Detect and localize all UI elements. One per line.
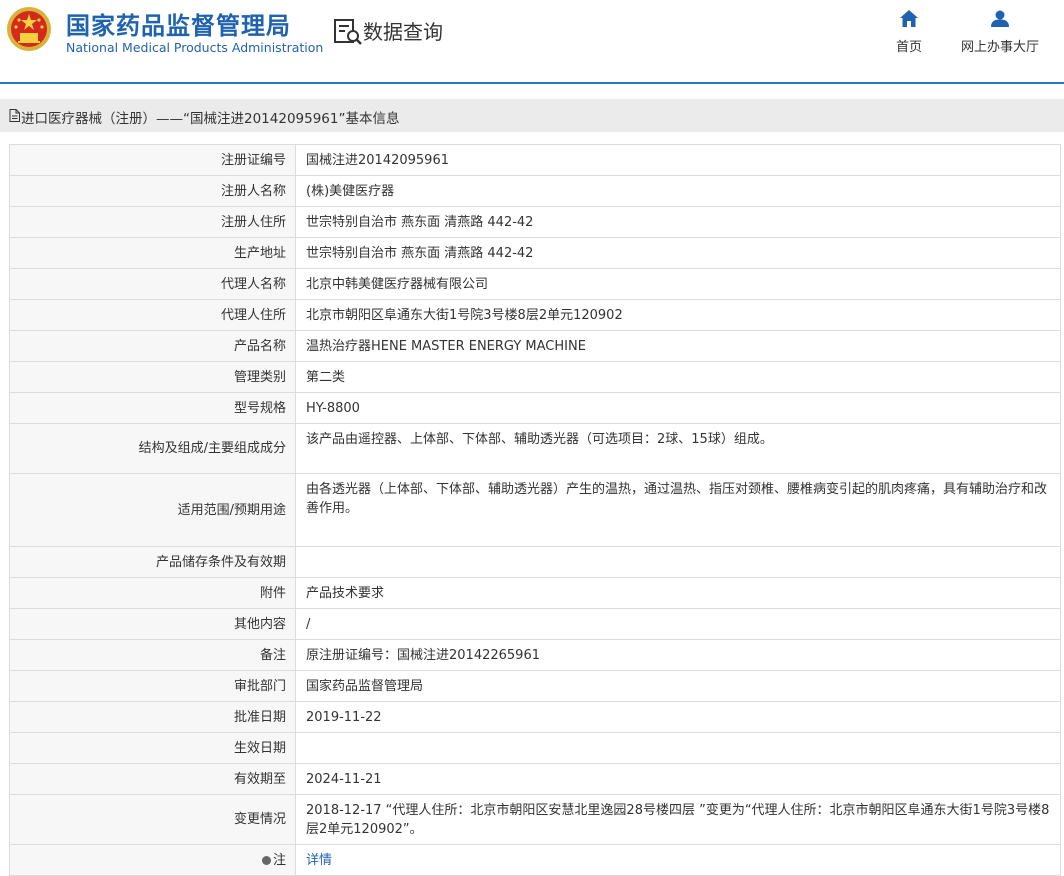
table-row: 代理人住所 北京市朝阳区阜通东大街1号院3号楼8层2单元120902 bbox=[9, 299, 1061, 331]
table-row: 适用范围/预期用途 由各透光器（上体部、下体部、辅助透光器）产生的温热，通过温热、… bbox=[9, 473, 1061, 547]
field-value: 2018-12-17 “代理人住所：北京市朝阳区安慧北里逸园28号楼四层 ”变更… bbox=[295, 794, 1061, 845]
field-label: 批准日期 bbox=[9, 701, 296, 733]
field-value: 北京市朝阳区阜通东大街1号院3号楼8层2单元120902 bbox=[295, 299, 1061, 331]
note-label-cell: 注 bbox=[9, 844, 296, 876]
field-label: 备注 bbox=[9, 639, 296, 671]
field-label: 附件 bbox=[9, 577, 296, 609]
home-icon bbox=[900, 10, 918, 27]
logo-chinese-name: 国家药品监督管理局 bbox=[66, 12, 291, 40]
logo-english-name: National Medical Products Administration bbox=[66, 40, 324, 55]
header-divider bbox=[0, 82, 1064, 84]
field-value: 国家药品监督管理局 bbox=[295, 670, 1061, 702]
national-emblem-icon bbox=[7, 7, 51, 51]
registration-info-table: 注册证编号 国械注进20142095961 注册人名称 (株)美健医疗器 注册人住所… bbox=[9, 144, 1061, 876]
field-label: 管理类别 bbox=[9, 361, 296, 393]
field-value: 原注册证编号：国械注进20142265961 bbox=[295, 639, 1061, 671]
site-header: 国家药品监督管理局 National Medical Products Admi… bbox=[0, 0, 1064, 82]
table-row: 注册证编号 国械注进20142095961 bbox=[9, 144, 1061, 176]
data-query-icon bbox=[334, 19, 362, 45]
details-link[interactable]: 详情 bbox=[306, 853, 332, 868]
table-row: 代理人名称 北京中韩美健医疗器械有限公司 bbox=[9, 268, 1061, 300]
field-label: 代理人名称 bbox=[9, 268, 296, 300]
field-value: / bbox=[295, 608, 1061, 640]
field-label: 变更情况 bbox=[9, 794, 296, 845]
field-value: 世宗特别自治市 燕东面 清燕路 442-42 bbox=[295, 237, 1061, 269]
field-label: 审批部门 bbox=[9, 670, 296, 702]
table-row: 型号规格 HY-8800 bbox=[9, 392, 1061, 424]
table-row: 附件 产品技术要求 bbox=[9, 577, 1061, 609]
note-value-cell: 详情 bbox=[295, 844, 1061, 876]
field-value: 温热治疗器HENE MASTER ENERGY MACHINE bbox=[295, 330, 1061, 362]
nav-home-label: 首页 bbox=[895, 40, 922, 55]
table-row: 审批部门 国家药品监督管理局 bbox=[9, 670, 1061, 702]
table-row: 变更情况 2018-12-17 “代理人住所：北京市朝阳区安慧北里逸园28号楼四层… bbox=[9, 794, 1061, 845]
field-label: 其他内容 bbox=[9, 608, 296, 640]
field-label: 代理人住所 bbox=[9, 299, 296, 331]
field-value: (株)美健医疗器 bbox=[295, 175, 1061, 207]
table-row: 管理类别 第二类 bbox=[9, 361, 1061, 393]
table-row: 备注 原注册证编号：国械注进20142265961 bbox=[9, 639, 1061, 671]
field-value: HY-8800 bbox=[295, 392, 1061, 424]
field-label: 产品名称 bbox=[9, 330, 296, 362]
table-row: 注册人住所 世宗特别自治市 燕东面 清燕路 442-42 bbox=[9, 206, 1061, 238]
table-row: 注册人名称 (株)美健医疗器 bbox=[9, 175, 1061, 207]
table-row: 生效日期 bbox=[9, 732, 1061, 764]
field-label: 型号规格 bbox=[9, 392, 296, 424]
field-label: 注册人住所 bbox=[9, 206, 296, 238]
field-value: 该产品由遥控器、上体部、下体部、辅助透光器（可选项目：2球、15球）组成。 bbox=[295, 423, 1061, 474]
field-value: 第二类 bbox=[295, 361, 1061, 393]
bulb-icon bbox=[261, 855, 271, 865]
field-value bbox=[295, 546, 1061, 578]
table-row: 结构及组成/主要组成成分 该产品由遥控器、上体部、下体部、辅助透光器（可选项目：2… bbox=[9, 423, 1061, 474]
table-row: 生产地址 世宗特别自治市 燕东面 清燕路 442-42 bbox=[9, 237, 1061, 269]
field-value: 北京中韩美健医疗器械有限公司 bbox=[295, 268, 1061, 300]
nav-home[interactable]: 首页 bbox=[892, 10, 926, 55]
breadcrumb: 进口医疗器械（注册）——“国械注进20142095961”基本信息 bbox=[0, 99, 1064, 132]
field-label: 生效日期 bbox=[9, 732, 296, 764]
table-row: 批准日期 2019-11-22 bbox=[9, 701, 1061, 733]
field-value: 2024-11-21 bbox=[295, 763, 1061, 795]
field-label: 生产地址 bbox=[9, 237, 296, 269]
field-value bbox=[295, 732, 1061, 764]
table-row: 有效期至 2024-11-21 bbox=[9, 763, 1061, 795]
breadcrumb-text: 进口医疗器械（注册）——“国械注进20142095961”基本信息 bbox=[21, 111, 400, 127]
field-value: 2019-11-22 bbox=[295, 701, 1061, 733]
field-value: 由各透光器（上体部、下体部、辅助透光器）产生的温热，通过温热、指压对颈椎、腰椎病… bbox=[295, 473, 1061, 547]
field-label: 结构及组成/主要组成成分 bbox=[9, 423, 296, 474]
field-value: 国械注进20142095961 bbox=[295, 144, 1061, 176]
user-icon bbox=[991, 10, 1009, 27]
field-label: 有效期至 bbox=[9, 763, 296, 795]
section-title: 数据查询 bbox=[363, 20, 443, 44]
document-icon bbox=[9, 109, 20, 122]
table-row: 其他内容 / bbox=[9, 608, 1061, 640]
nav-online-service-hall[interactable]: 网上办事大厅 bbox=[956, 10, 1044, 55]
field-label: 注册人名称 bbox=[9, 175, 296, 207]
table-row: 产品储存条件及有效期 bbox=[9, 546, 1061, 578]
nav-service-label: 网上办事大厅 bbox=[960, 40, 1039, 55]
field-value: 产品技术要求 bbox=[295, 577, 1061, 609]
table-row: 产品名称 温热治疗器HENE MASTER ENERGY MACHINE bbox=[9, 330, 1061, 362]
field-label: 注册证编号 bbox=[9, 144, 296, 176]
table-row: 注 详情 bbox=[9, 844, 1061, 876]
field-label: 适用范围/预期用途 bbox=[9, 473, 296, 547]
field-value: 世宗特别自治市 燕东面 清燕路 442-42 bbox=[295, 206, 1061, 238]
field-label: 产品储存条件及有效期 bbox=[9, 546, 296, 578]
note-label: 注 bbox=[272, 852, 286, 868]
